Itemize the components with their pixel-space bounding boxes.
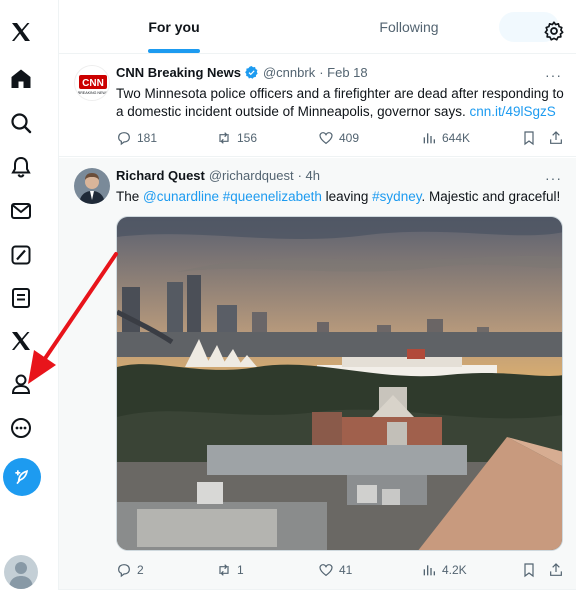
account-avatar[interactable] — [4, 555, 38, 589]
heart-icon — [319, 132, 333, 145]
tab-following[interactable]: Following — [334, 0, 484, 54]
more-options-icon[interactable]: ··· — [545, 170, 562, 186]
text-mid: leaving — [321, 189, 373, 204]
like-button[interactable]: 41 — [318, 562, 352, 578]
tweet-time[interactable]: · 4h — [298, 168, 320, 183]
reply-icon — [118, 564, 130, 578]
premium-x-icon[interactable] — [5, 325, 37, 357]
tweet-photo[interactable] — [116, 216, 563, 551]
like-count: 41 — [339, 563, 353, 577]
timeline: For you Following CNN BREAKING NEWS CNN … — [59, 0, 576, 590]
repost-button[interactable]: 1 — [216, 562, 244, 578]
views-button[interactable]: 644K — [421, 130, 470, 146]
search-icon[interactable] — [5, 107, 37, 139]
tweet-time[interactable]: · Feb 18 — [319, 65, 367, 80]
repost-count: 1 — [237, 563, 244, 577]
mention-link[interactable]: @cunardline — [143, 189, 219, 204]
tweet-actions: 181 156 409 644K — [116, 130, 566, 150]
bookmark-icon — [524, 563, 534, 578]
like-button[interactable]: 409 — [318, 130, 359, 146]
settings-gear-icon[interactable] — [543, 20, 565, 42]
cnn-avatar[interactable]: CNN BREAKING NEWS — [74, 65, 110, 101]
mail-icon[interactable] — [5, 195, 37, 227]
bookmark-button[interactable] — [521, 562, 537, 578]
tweet-header: CNN Breaking News @cnnbrk · Feb 18 — [116, 65, 368, 80]
cnn-logo-text: CNN — [82, 78, 104, 89]
reply-count: 181 — [137, 131, 158, 145]
lists-icon[interactable] — [5, 282, 37, 314]
tweet-actions: 2 1 41 4.2K — [116, 562, 566, 582]
like-count: 409 — [339, 131, 360, 145]
compose-post-button[interactable] — [3, 458, 41, 496]
share-icon — [550, 131, 562, 144]
tweet-text: The @cunardline #queenelizabeth leaving … — [116, 188, 571, 206]
bookmark-icon — [524, 131, 534, 146]
bell-icon[interactable] — [5, 151, 37, 183]
active-tab-indicator — [148, 49, 200, 53]
views-chart-icon — [423, 565, 435, 576]
sydney-harbour-photo — [117, 217, 562, 550]
reply-count: 2 — [137, 563, 144, 577]
hashtag-link[interactable]: #sydney — [372, 189, 421, 204]
tab-for-you[interactable]: For you — [99, 0, 249, 54]
views-count: 4.2K — [442, 563, 467, 577]
reply-button[interactable]: 181 — [116, 130, 157, 146]
reply-icon — [118, 132, 130, 146]
author-name[interactable]: CNN Breaking News — [116, 65, 241, 80]
text-suffix: . Majestic and graceful! — [421, 189, 561, 204]
views-chart-icon — [423, 133, 435, 144]
tweet-link[interactable]: cnn.it/49lSgzS — [469, 104, 555, 119]
feather-plus-icon — [15, 470, 29, 485]
sidebar-nav — [0, 0, 46, 590]
heart-icon — [319, 564, 333, 577]
reply-button[interactable]: 2 — [116, 562, 144, 578]
repost-count: 156 — [237, 131, 258, 145]
more-options-icon[interactable]: ··· — [545, 67, 562, 83]
views-count: 644K — [442, 131, 471, 145]
repost-icon — [219, 132, 229, 144]
tweet-cnn[interactable]: CNN BREAKING NEWS CNN Breaking News @cnn… — [59, 55, 576, 157]
bookmark-button[interactable] — [521, 130, 537, 146]
more-circle-icon[interactable] — [5, 412, 37, 444]
tweet-richard-quest[interactable]: Richard Quest @richardquest · 4h ··· The… — [59, 158, 576, 590]
timeline-tabs: For you Following — [59, 0, 576, 54]
text-prefix: The — [116, 189, 144, 204]
views-button[interactable]: 4.2K — [421, 562, 467, 578]
profile-icon[interactable] — [5, 368, 37, 400]
share-button[interactable] — [548, 130, 564, 146]
richard-quest-avatar[interactable] — [74, 168, 110, 204]
share-button[interactable] — [548, 562, 564, 578]
verified-badge-icon — [245, 65, 258, 79]
tweet-text: Two Minnesota police officers and a fire… — [116, 85, 571, 121]
repost-icon — [219, 564, 229, 576]
hashtag-link[interactable]: #queenelizabeth — [223, 189, 322, 204]
tweet-header: Richard Quest @richardquest · 4h — [116, 168, 320, 183]
share-icon — [550, 563, 562, 576]
grok-icon[interactable] — [5, 239, 37, 271]
cnn-logo-subtext: BREAKING NEWS — [78, 91, 109, 95]
author-name[interactable]: Richard Quest — [116, 168, 205, 183]
repost-button[interactable]: 156 — [216, 130, 257, 146]
x-logo-icon[interactable] — [5, 16, 37, 48]
author-handle[interactable]: @richardquest — [209, 168, 294, 183]
author-handle[interactable]: @cnnbrk — [263, 65, 315, 80]
home-icon[interactable] — [5, 63, 37, 95]
